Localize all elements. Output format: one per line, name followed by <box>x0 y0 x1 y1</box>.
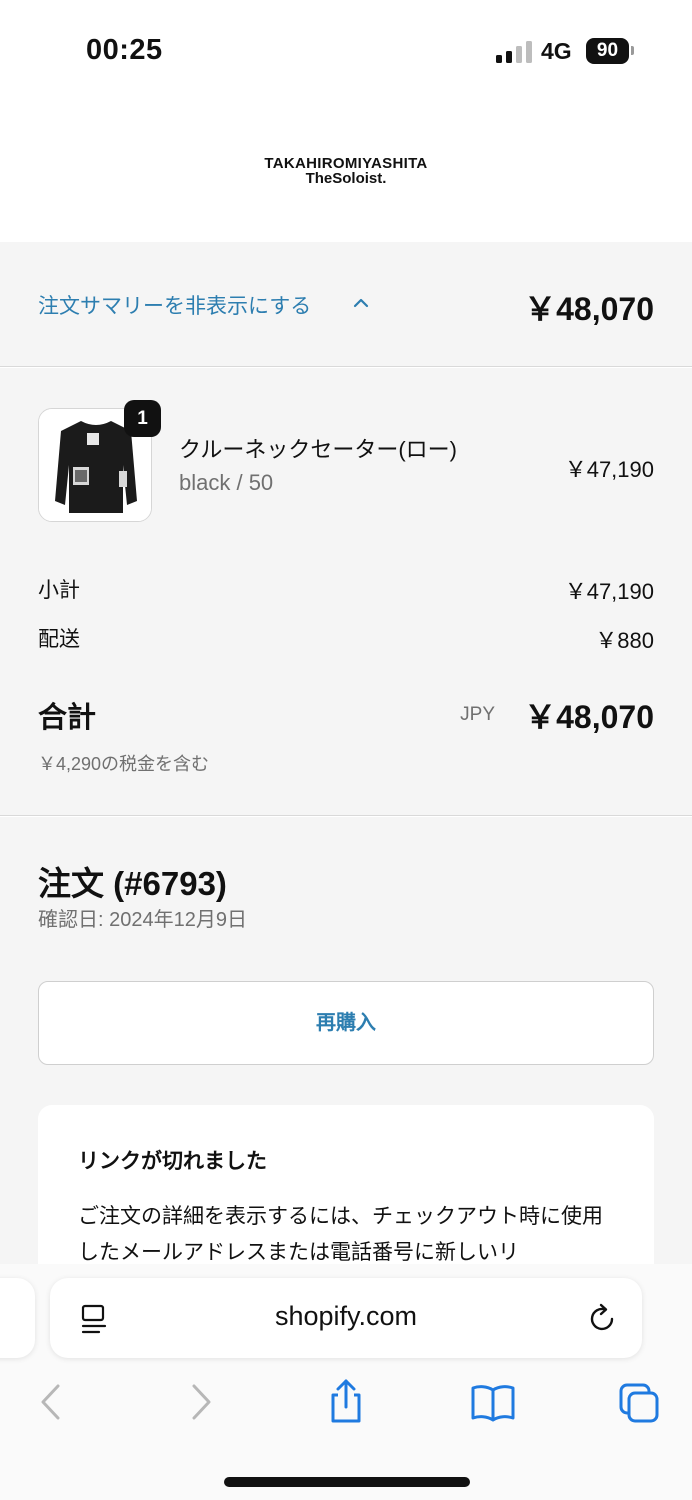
browser-toolbar: shopify.com <box>0 1264 692 1500</box>
forward-icon[interactable] <box>181 1382 221 1422</box>
product-name: クルーネックセーター(ロー) <box>179 437 457 462</box>
battery-icon: 90 <box>586 38 629 64</box>
product-variant: black / 50 <box>179 470 274 495</box>
summary-total: ￥48,070 <box>524 291 654 327</box>
shipping-value: ￥880 <box>595 628 654 653</box>
chevron-up-icon <box>353 298 369 308</box>
notice-title: リンクが切れました <box>78 1150 267 1173</box>
tax-note: ￥4,290の税金を含む <box>38 754 210 774</box>
signal-icon <box>496 41 532 63</box>
subtotal-value: ￥47,190 <box>564 579 654 604</box>
back-icon[interactable] <box>31 1382 71 1422</box>
subtotal-label: 小計 <box>38 579 80 602</box>
bookmarks-icon[interactable] <box>470 1382 516 1422</box>
tabs-icon[interactable] <box>618 1382 660 1424</box>
network-label: 4G <box>541 38 572 64</box>
status-time: 00:25 <box>86 34 163 66</box>
reorder-button[interactable]: 再購入 <box>38 981 654 1065</box>
home-indicator <box>224 1477 470 1487</box>
url-text[interactable]: shopify.com <box>50 1301 642 1332</box>
battery-tip <box>631 46 634 55</box>
total-label: 合計 <box>38 702 97 734</box>
brand-logo[interactable]: TAKAHIROMIYASHITA TheSoloist. <box>0 156 692 186</box>
reload-icon[interactable] <box>588 1302 618 1334</box>
total-value: ￥48,070 <box>524 699 654 735</box>
brand-header: TAKAHIROMIYASHITA TheSoloist. <box>0 100 692 242</box>
order-date: 確認日: 2024年12月9日 <box>38 909 247 931</box>
logo-line-2: TheSoloist. <box>305 170 387 187</box>
notice-body: ご注文の詳細を表示するには、チェックアウト時に使用したメールアドレスまたは電話番… <box>78 1205 603 1264</box>
product-price: ￥47,190 <box>564 457 654 482</box>
logo-line-1: TAKAHIROMIYASHITA <box>264 155 428 172</box>
order-title: 注文 (#6793) <box>38 865 227 902</box>
hide-summary-link[interactable]: 注文サマリーを非表示にする <box>38 290 311 320</box>
shipping-label: 配送 <box>38 628 80 651</box>
previous-tab-pill[interactable] <box>0 1278 35 1358</box>
currency-code: JPY <box>460 704 495 725</box>
order-summary-toggle[interactable]: 注文サマリーを非表示にする ￥48,070 <box>0 242 692 367</box>
status-bar: 00:25 4G 90 <box>0 0 692 100</box>
order-summary: 1 クルーネックセーター(ロー) black / 50 ￥47,190 小計 ￥… <box>0 368 692 816</box>
quantity-badge: 1 <box>124 400 161 437</box>
share-icon[interactable] <box>326 1378 366 1424</box>
address-bar[interactable]: shopify.com <box>50 1278 642 1358</box>
